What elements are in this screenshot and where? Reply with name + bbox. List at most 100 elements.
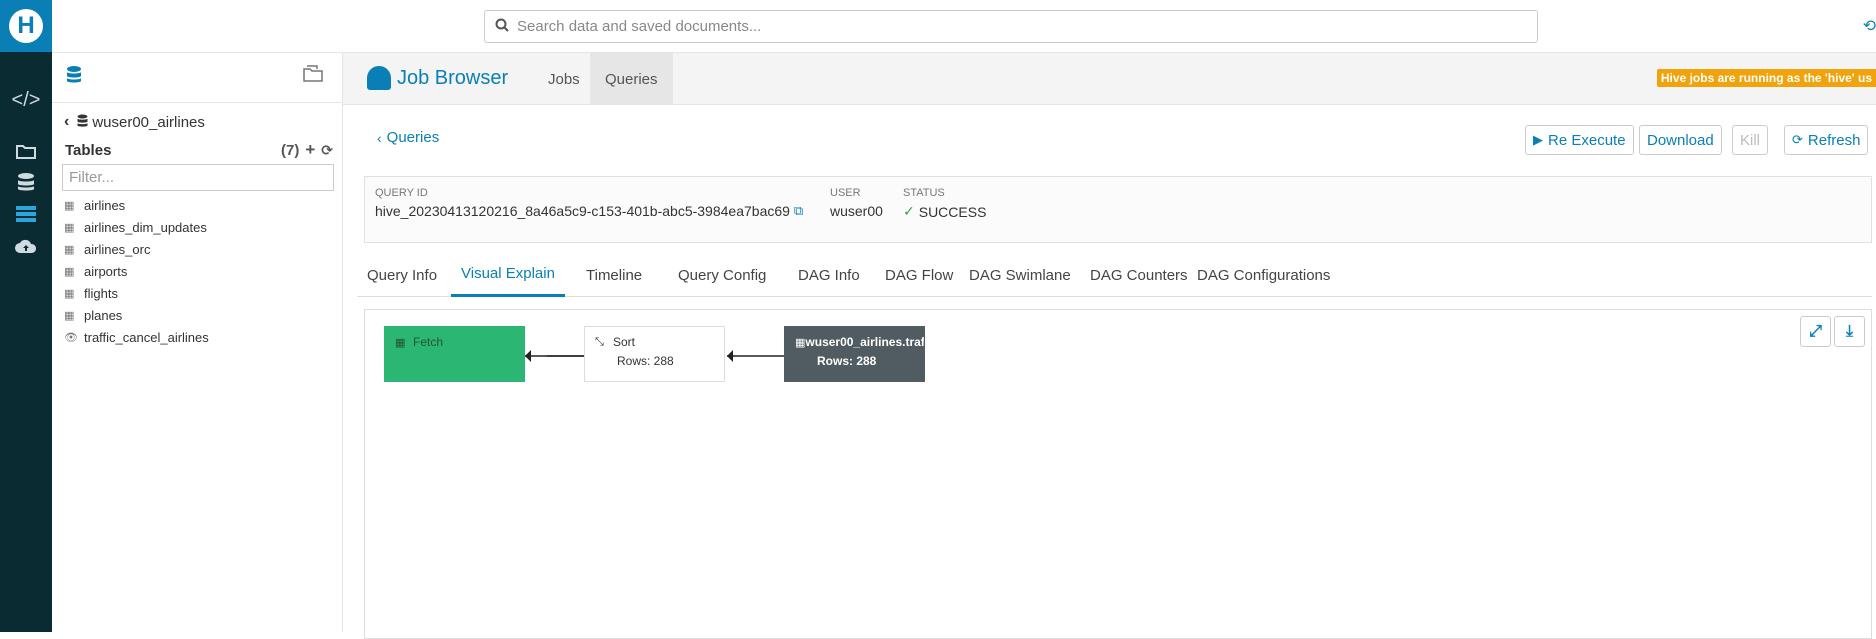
node-rows: Rows: 288 [617,354,674,368]
table-filter-input[interactable] [62,164,334,191]
copy-icon[interactable]: ⧉ [794,203,803,219]
table-icon: ▦ [64,265,75,278]
tab-jobs[interactable]: Jobs [533,53,595,105]
tab-dag-counters[interactable]: DAG Counters [1080,253,1198,297]
edge-arrowhead [727,350,733,362]
logo-letter: H [9,9,43,43]
search-icon [495,18,509,36]
table-name: planes [84,307,123,323]
refresh-label: Refresh [1807,131,1861,149]
explain-node-fetch[interactable]: ▦ Fetch [384,326,525,382]
tab-dag-flow[interactable]: DAG Flow [875,253,963,297]
node-name: Sort [613,335,636,349]
back-link-label: Queries [386,129,440,146]
table-item[interactable]: ▦ planes [64,304,209,326]
sort-compress-icon: ⤡ [595,335,604,348]
play-icon: ▶ [1533,132,1543,147]
tables-header: Tables (7) + ⟳ [65,140,333,160]
tab-queries[interactable]: Queries [590,53,673,105]
node-rows: Rows: 288 [817,354,877,368]
table-icon: ▦ [64,309,75,322]
download-graph-icon[interactable]: ⤓ [1834,316,1865,347]
history-icon[interactable]: ⟲ [1863,16,1876,36]
global-search[interactable] [484,10,1538,43]
table-name: traffic_cancel_airlines [84,329,209,345]
folder-icon[interactable] [302,65,324,89]
table-icon: ▦ [795,336,806,349]
check-icon: ✓ [903,203,915,219]
top-bar: ⟲ [52,0,1876,53]
reexecute-button[interactable]: ▶ Re Execute [1525,125,1634,155]
refresh-button[interactable]: ⟳ Refresh [1784,125,1869,155]
table-item[interactable]: ▦ airlines_dim_updates [64,216,209,238]
assist-panel-header [52,53,342,103]
query-detail-tabs: Query Info Visual Explain Timeline Query… [357,253,1872,297]
assist-panel: ‹ wuser00_airlines Tables (7) + ⟳ ▦ airli… [52,53,343,632]
table-name: flights [84,285,118,301]
tables-icon[interactable] [10,166,42,198]
database-name: wuser00_airlines [92,113,205,131]
view-icon: 👁 [64,331,78,344]
tab-query-config[interactable]: Query Config [668,253,776,297]
tables-count: (7) [280,141,300,159]
status-value: SUCCESS [918,203,987,220]
user-label: USER [830,187,861,199]
left-nav-rail: H </> [0,0,52,632]
kill-button[interactable]: Kill [1732,125,1769,155]
table-icon: ▦ [64,243,75,256]
database-breadcrumb[interactable]: ‹ wuser00_airlines [64,113,205,131]
tab-dag-swimlane[interactable]: DAG Swimlane [959,253,1081,297]
tab-dag-info[interactable]: DAG Info [788,253,870,297]
database-icon[interactable] [66,65,82,91]
status-label: STATUS [903,187,945,199]
query-id-field: QUERY ID hive_20230413120216_8a46a5c9-c1… [375,187,803,219]
back-to-queries-link[interactable]: ‹ Queries [377,129,439,146]
expand-icon[interactable]: ⤢ [1800,316,1831,347]
tab-dag-configurations[interactable]: DAG Configurations [1187,253,1340,297]
back-chevron-icon[interactable]: ‹ [64,113,69,131]
table-item[interactable]: ▦ flights [64,282,209,304]
explain-node-table-scan[interactable]: ▦ wuser00_airlines.traf Rows: 288 [784,326,925,382]
node-name: wuser00_airlines.traf [805,335,925,349]
table-item[interactable]: 👁 traffic_cancel_airlines [64,326,209,348]
explain-node-sort[interactable]: ⤡ Sort Rows: 288 [584,326,725,382]
hue-logo[interactable]: H [0,0,52,52]
documents-icon[interactable] [10,134,42,166]
refresh-icon: ⟳ [1792,132,1803,147]
query-summary: QUERY ID hive_20230413120216_8a46a5c9-c1… [364,176,1872,243]
table-name: airlines [84,197,126,213]
job-browser-icon [367,66,391,90]
download-button[interactable]: Download [1639,125,1722,155]
table-icon: ▦ [64,199,75,212]
add-table-icon[interactable]: + [305,140,315,160]
page-title: Job Browser [397,67,509,89]
tab-timeline[interactable]: Timeline [576,253,652,297]
table-icon: ▦ [64,221,75,234]
table-item[interactable]: ▦ airports [64,260,209,282]
job-browser-header: Job Browser Jobs Queries Hive jobs are r… [343,53,1876,105]
tab-visual-explain[interactable]: Visual Explain [451,253,565,297]
main-content: Job Browser Jobs Queries Hive jobs are r… [343,53,1876,639]
kill-label: Kill [1740,131,1761,149]
upload-icon[interactable] [10,230,42,262]
reexecute-label: Re Execute [1548,131,1626,149]
tab-query-info[interactable]: Query Info [357,253,447,297]
jobs-icon[interactable] [10,198,42,230]
status-field: STATUS ✓ SUCCESS [903,187,986,220]
hive-notice-badge: Hive jobs are running as the 'hive' us [1656,69,1876,87]
tables-heading: Tables [65,141,112,159]
table-icon: ▦ [64,287,75,300]
query-id-value: hive_20230413120216_8a46a5c9-c153-401b-a… [375,203,790,219]
editor-icon[interactable]: </> [10,84,42,116]
table-name: airlines_dim_updates [84,219,207,235]
table-item[interactable]: ▦ airlines_orc [64,238,209,260]
database-small-icon [77,114,88,131]
node-name: Fetch [413,335,444,349]
table-name: airports [84,263,128,279]
refresh-tables-icon[interactable]: ⟳ [321,142,333,159]
table-name: airlines_orc [84,241,151,257]
table-list: ▦ airlines ▦ airlines_dim_updates ▦ airline… [64,194,209,348]
search-input[interactable] [517,18,1507,35]
visual-explain-canvas[interactable]: ▦ Fetch ⤡ Sort Rows: 288 ▦ wuser00_airli… [364,309,1872,639]
table-item[interactable]: ▦ airlines [64,194,209,216]
